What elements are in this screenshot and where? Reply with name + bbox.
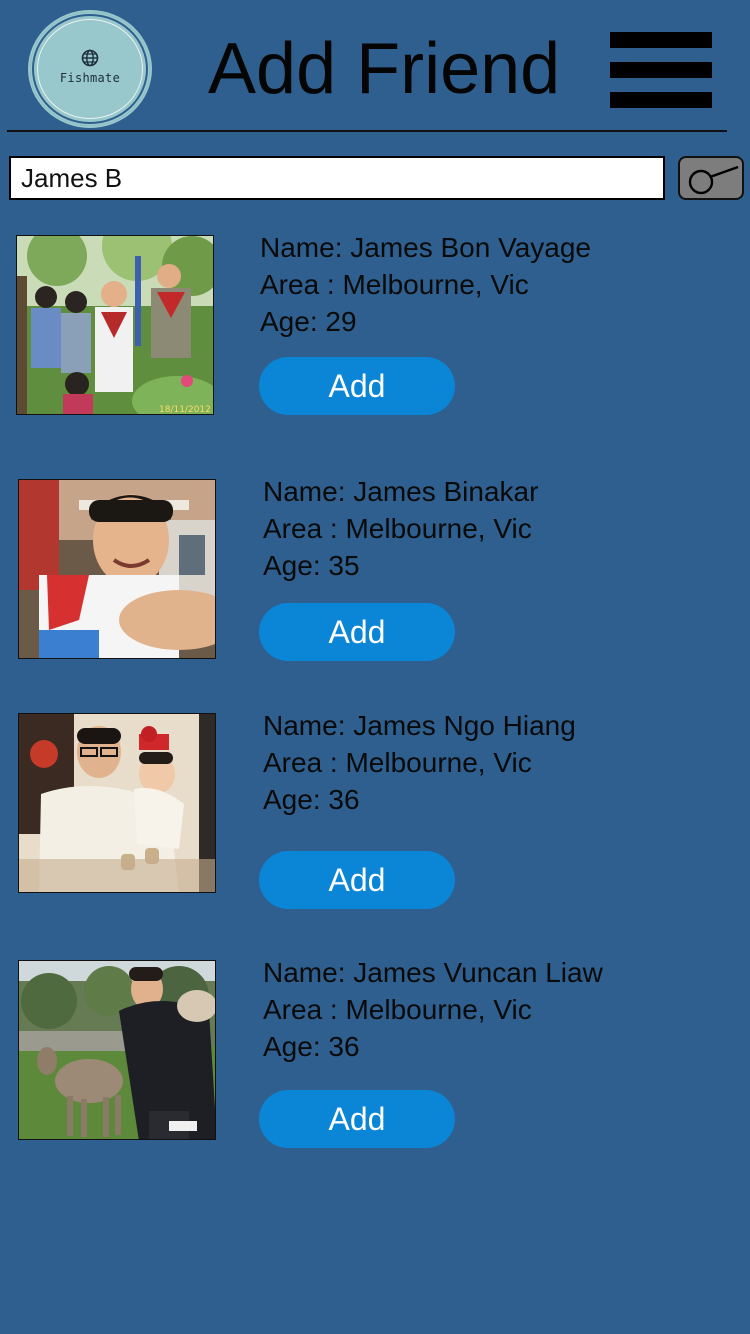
photo-image <box>19 714 215 892</box>
friend-area: Area : Melbourne, Vic <box>263 994 532 1025</box>
friend-age: Age: 36 <box>263 784 360 815</box>
add-friend-button[interactable]: Add <box>259 1090 455 1148</box>
friend-age: Age: 29 <box>260 306 357 337</box>
friend-age: Age: 35 <box>263 550 360 581</box>
friend-photo <box>18 479 216 659</box>
add-friend-button[interactable]: Add <box>259 851 455 909</box>
friend-name: Name: James Bon Vayage <box>260 232 591 263</box>
friend-photo: 18/11/2012 <box>16 235 214 415</box>
friend-age: Age: 36 <box>263 1031 360 1062</box>
photo-image <box>19 961 215 1139</box>
friend-photo <box>18 713 216 893</box>
friend-result-card: Name: James Vuncan Liaw Area : Melbourne… <box>0 0 750 1148</box>
friend-area: Area : Melbourne, Vic <box>260 269 529 300</box>
add-friend-button[interactable]: Add <box>259 357 455 415</box>
friend-name: Name: James Vuncan Liaw <box>263 957 603 988</box>
friend-name: Name: James Binakar <box>263 476 539 507</box>
friend-area: Area : Melbourne, Vic <box>263 513 532 544</box>
photo-date-stamp: 18/11/2012 <box>159 405 211 415</box>
photo-image <box>19 480 215 658</box>
friend-name: Name: James Ngo Hiang <box>263 710 576 741</box>
friend-area: Area : Melbourne, Vic <box>263 747 532 778</box>
add-friend-button[interactable]: Add <box>259 603 455 661</box>
photo-image: 18/11/2012 <box>17 236 213 415</box>
friend-photo <box>18 960 216 1140</box>
